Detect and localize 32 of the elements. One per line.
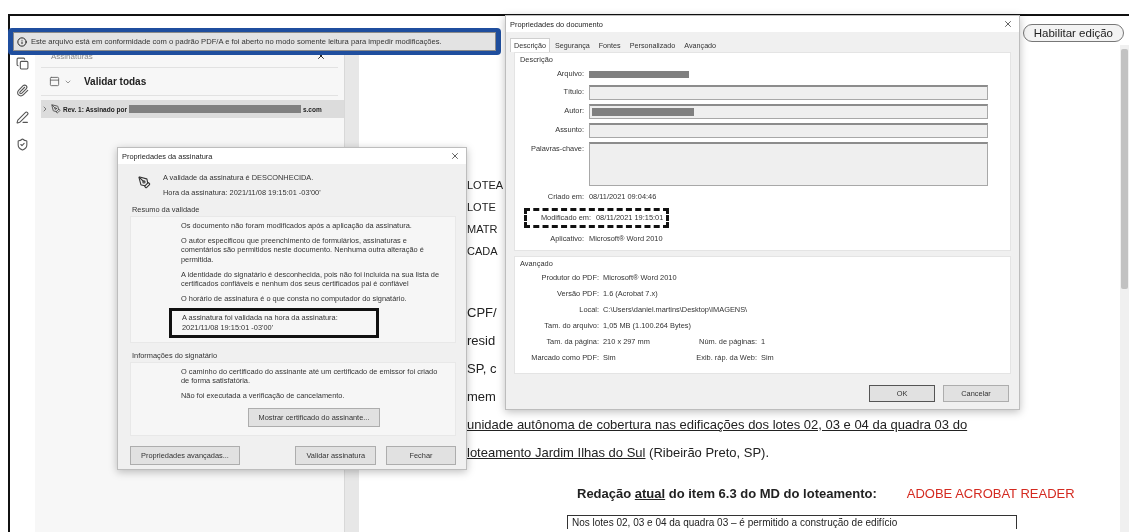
quoted-text: Nos lotes 02, 03 e 04 da quadra 03 – é permitido a construção de edifício (567, 515, 1017, 529)
document-line: loteamento Jardim Ilhas do Sul (Ribeirão Preto, SP). (467, 444, 770, 462)
pen-icon[interactable] (16, 111, 29, 124)
close-button[interactable] (450, 151, 460, 161)
scrollbar-thumb[interactable] (1121, 49, 1128, 289)
chevron-icon[interactable] (41, 105, 49, 113)
document-line: mem (467, 388, 496, 406)
validate-all-label[interactable]: Validar todas (84, 76, 147, 87)
close-button[interactable] (1003, 19, 1013, 29)
text-field[interactable] (589, 104, 988, 119)
text-field[interactable] (589, 123, 988, 138)
document-line: resid (467, 332, 496, 350)
document-line: LOTE (467, 200, 496, 215)
document-line: LOTEA (467, 178, 504, 193)
signature-icon (138, 176, 151, 189)
document-line: CPF/ (467, 304, 497, 322)
panel-title: Assinaturas (51, 51, 93, 61)
document-line: unidade autônoma de cobertura nas edificações dos lotes 02, 03 e 04 da quadra 03 do (467, 416, 968, 434)
document-line: MATR (467, 222, 498, 237)
document-line: SP, c (467, 360, 497, 378)
shield-icon[interactable] (16, 138, 29, 151)
panel-icon[interactable] (49, 76, 60, 87)
text-field[interactable] (589, 85, 988, 100)
pages-icon[interactable] (16, 57, 29, 70)
signature-icon (51, 104, 61, 114)
section-heading: Redação atual do item 6.3 do MD do loteamento: (577, 485, 877, 501)
paperclip-icon[interactable] (16, 84, 29, 97)
annotation-text: ADOBE ACROBAT READER (906, 485, 1075, 501)
text-area[interactable] (589, 142, 988, 186)
document-line: CADA (467, 244, 498, 259)
info-icon (17, 36, 27, 47)
enable-editing-button[interactable]: Habilitar edição (1022, 23, 1124, 42)
